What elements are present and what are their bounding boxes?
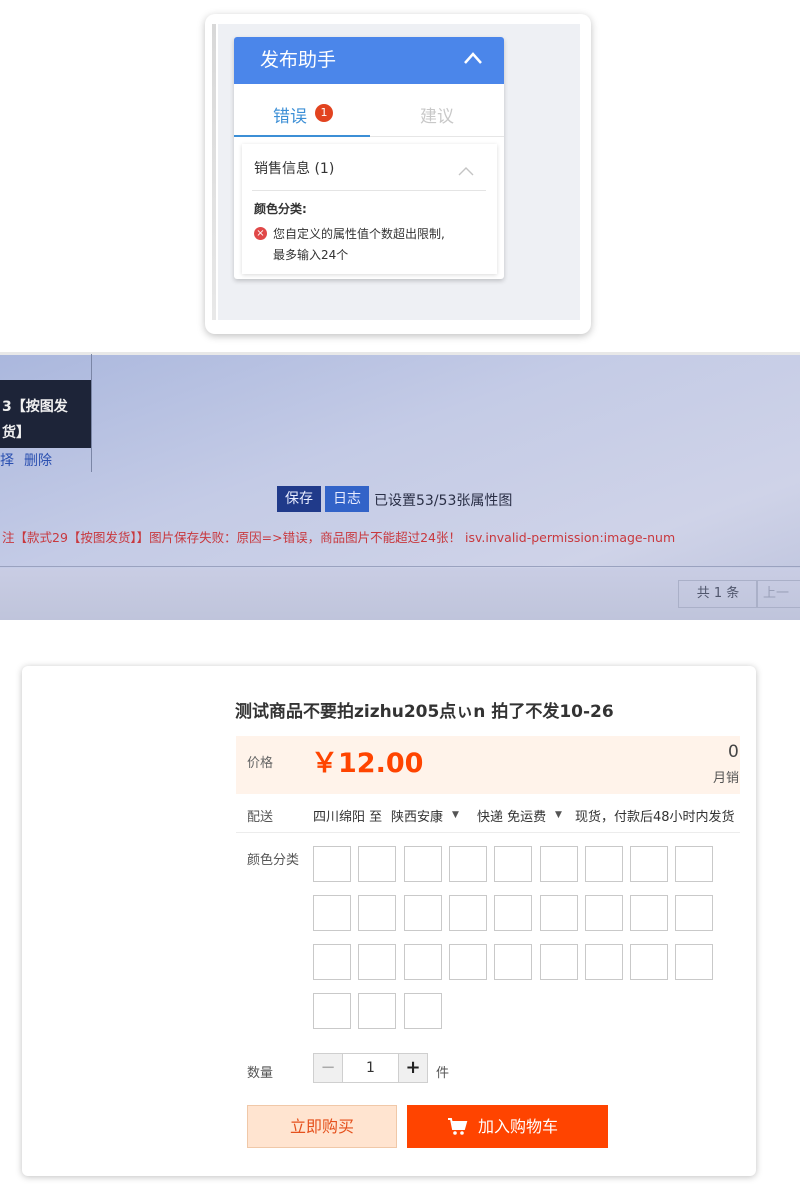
- color-swatch[interactable]: [630, 846, 669, 882]
- shipping-destination-select[interactable]: 陕西安康: [391, 806, 443, 825]
- color-swatch[interactable]: [675, 944, 714, 980]
- color-swatch[interactable]: [448, 846, 487, 882]
- error-circle-icon: ×: [254, 227, 267, 240]
- color-swatch[interactable]: [448, 944, 487, 980]
- color-swatch[interactable]: [539, 846, 578, 882]
- table-divider: [0, 566, 800, 567]
- shipping-note: 现货，付款后48小时内发货: [575, 810, 735, 825]
- tab-suggestion[interactable]: 建议: [420, 102, 454, 127]
- color-swatch[interactable]: [584, 846, 623, 882]
- assistant-title: 发布助手: [260, 49, 337, 71]
- color-swatch[interactable]: [358, 846, 397, 882]
- color-swatch[interactable]: [630, 944, 669, 980]
- tab-divider: [370, 136, 504, 137]
- color-swatch[interactable]: [448, 895, 487, 931]
- color-swatch[interactable]: [675, 895, 714, 931]
- delete-link[interactable]: 删除: [24, 450, 52, 470]
- quantity-increment-button[interactable]: +: [398, 1053, 428, 1083]
- image-status-text: 已设置53/53张属性图: [374, 493, 513, 509]
- color-swatch[interactable]: [494, 895, 533, 931]
- color-swatch[interactable]: [539, 895, 578, 931]
- color-swatch[interactable]: [494, 846, 533, 882]
- price-value: ￥12.00: [311, 748, 424, 779]
- monthly-sales-count: 0: [728, 742, 739, 762]
- add-to-cart-button[interactable]: 加入购物车: [407, 1105, 608, 1148]
- row-divider: [236, 832, 740, 833]
- log-button[interactable]: 日志: [325, 486, 369, 512]
- field-label-color: 颜色分类:: [254, 202, 307, 216]
- page-edge: [212, 24, 216, 320]
- color-swatch[interactable]: [539, 944, 578, 980]
- error-message-line2: 最多输入24个: [273, 248, 349, 262]
- color-swatch[interactable]: [358, 895, 397, 931]
- color-category-label: 颜色分类: [247, 853, 300, 868]
- color-swatch[interactable]: [584, 895, 623, 931]
- color-swatch[interactable]: [675, 846, 714, 882]
- color-swatch[interactable]: [494, 944, 533, 980]
- color-swatch[interactable]: [358, 993, 397, 1029]
- color-swatch[interactable]: [358, 944, 397, 980]
- quantity-decrement-button[interactable]: −: [313, 1053, 343, 1083]
- color-swatch[interactable]: [403, 846, 442, 882]
- select-link[interactable]: 择: [0, 450, 14, 470]
- error-message-line1: 您自定义的属性值个数超出限制,: [273, 227, 445, 241]
- price-label: 价格: [247, 756, 274, 771]
- shipping-label: 配送: [247, 810, 274, 825]
- pagination-total: 共 1 条: [678, 580, 758, 608]
- pagination-prev-button[interactable]: 上一: [756, 580, 800, 608]
- add-to-cart-label: 加入购物车: [478, 1117, 559, 1136]
- tab-error-label: 错误: [273, 107, 307, 127]
- shipping-method-select[interactable]: 快递 免运费: [477, 806, 546, 825]
- product-title: 测试商品不要拍zizhu205点ぃn 拍了不发10-26: [235, 702, 614, 722]
- caret-down-icon[interactable]: ▼: [452, 810, 459, 820]
- shipping-origin: 四川绵阳 至: [313, 810, 383, 825]
- shopping-cart-icon: [448, 1118, 468, 1135]
- color-swatch[interactable]: [403, 895, 442, 931]
- save-button[interactable]: 保存: [277, 486, 321, 512]
- color-swatch[interactable]: [313, 895, 351, 931]
- error-count-badge: 1: [315, 104, 333, 122]
- sku-name-line1: 3【按图发: [2, 399, 68, 415]
- chevron-up-icon[interactable]: [463, 51, 483, 65]
- caret-down-icon[interactable]: ▼: [555, 810, 562, 820]
- photo-border: [0, 352, 800, 355]
- monthly-sales-label: 月销: [713, 771, 740, 786]
- table-border: [91, 354, 92, 472]
- color-swatch[interactable]: [313, 993, 351, 1029]
- chevron-up-icon[interactable]: [458, 166, 474, 176]
- section-divider: [252, 190, 486, 191]
- color-swatch[interactable]: [403, 993, 442, 1029]
- save-error-message: 注【款式29【按图发货】】图片保存失败：原因=>错误，商品图片不能超过24张！ …: [2, 530, 676, 545]
- color-swatch[interactable]: [313, 944, 351, 980]
- sku-name-line2: 货】: [2, 425, 30, 441]
- color-swatch[interactable]: [403, 944, 442, 980]
- quantity-label: 数量: [247, 1066, 274, 1081]
- quantity-input[interactable]: 1: [343, 1053, 398, 1083]
- section-title[interactable]: 销售信息 (1): [254, 158, 334, 178]
- color-swatch[interactable]: [584, 944, 623, 980]
- quantity-unit: 件: [436, 1066, 450, 1081]
- buy-now-button[interactable]: 立即购买: [247, 1105, 397, 1148]
- color-swatch[interactable]: [630, 895, 669, 931]
- color-swatch[interactable]: [313, 846, 351, 882]
